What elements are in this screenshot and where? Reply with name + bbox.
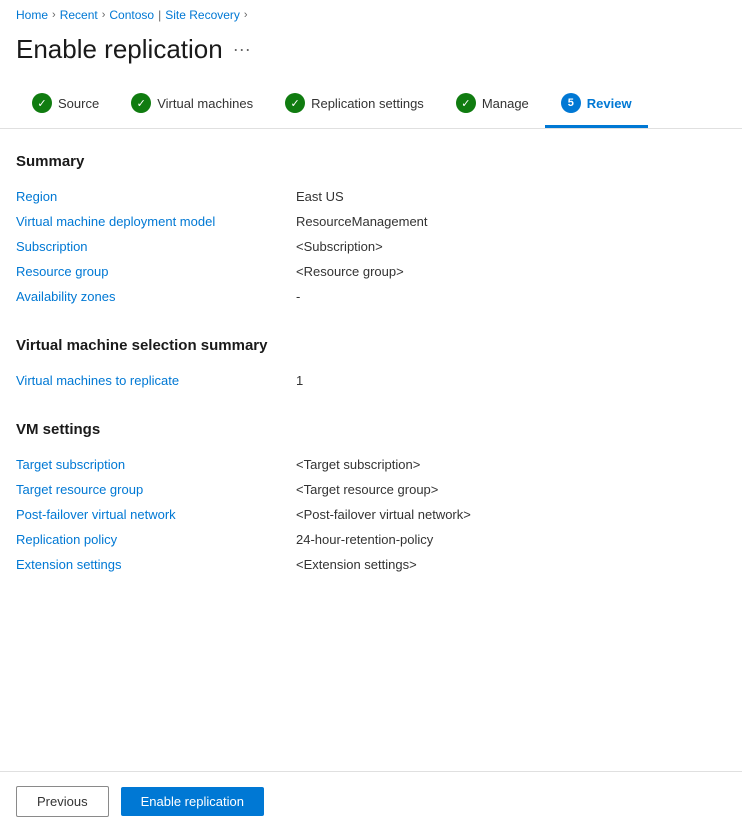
breadcrumb: Home › Recent › Contoso | Site Recovery … bbox=[0, 0, 742, 30]
table-row: Availability zones- bbox=[16, 284, 726, 309]
row-label: Virtual machine deployment model bbox=[16, 209, 296, 234]
table-row: RegionEast US bbox=[16, 184, 726, 209]
tab-completed-icon-rep: ✓ bbox=[285, 93, 305, 113]
previous-button[interactable]: Previous bbox=[16, 786, 109, 817]
vm-settings-section: VM settings Target subscription<Target s… bbox=[16, 421, 726, 577]
tab-replication-settings[interactable]: ✓ Replication settings bbox=[269, 81, 440, 128]
table-row: Virtual machine deployment modelResource… bbox=[16, 209, 726, 234]
enable-replication-button[interactable]: Enable replication bbox=[121, 787, 264, 816]
table-row: Post-failover virtual network<Post-failo… bbox=[16, 502, 726, 527]
footer: Previous Enable replication bbox=[0, 771, 742, 831]
tab-label-source: Source bbox=[58, 96, 99, 111]
tab-badge-review: 5 bbox=[561, 93, 581, 113]
row-value: East US bbox=[296, 184, 726, 209]
table-row: Target subscription<Target subscription> bbox=[16, 452, 726, 477]
wizard-tabs: ✓ Source ✓ Virtual machines ✓ Replicatio… bbox=[0, 81, 742, 129]
tab-label-manage: Manage bbox=[482, 96, 529, 111]
row-value: <Target resource group> bbox=[296, 477, 726, 502]
table-row: Resource group<Resource group> bbox=[16, 259, 726, 284]
table-row: Replication policy24-hour-retention-poli… bbox=[16, 527, 726, 552]
summary-title: Summary bbox=[16, 153, 726, 170]
tab-completed-icon-source: ✓ bbox=[32, 93, 52, 113]
row-value: <Subscription> bbox=[296, 234, 726, 259]
row-value: 1 bbox=[296, 368, 726, 393]
row-label: Subscription bbox=[16, 234, 296, 259]
tab-completed-icon-manage: ✓ bbox=[456, 93, 476, 113]
row-label: Virtual machines to replicate bbox=[16, 368, 296, 393]
table-row: Target resource group<Target resource gr… bbox=[16, 477, 726, 502]
tab-label-replication-settings: Replication settings bbox=[311, 96, 424, 111]
page-header: Enable replication ··· bbox=[0, 30, 742, 81]
tab-label-review: Review bbox=[587, 96, 632, 111]
ellipsis-icon[interactable]: ··· bbox=[233, 39, 251, 60]
row-label: Region bbox=[16, 184, 296, 209]
row-value[interactable]: 24-hour-retention-policy bbox=[296, 527, 726, 552]
row-value: <Target subscription> bbox=[296, 452, 726, 477]
main-content: Summary RegionEast USVirtual machine dep… bbox=[0, 129, 742, 629]
summary-section: Summary RegionEast USVirtual machine dep… bbox=[16, 153, 726, 309]
row-value: ResourceManagement bbox=[296, 209, 726, 234]
vm-selection-section: Virtual machine selection summary Virtua… bbox=[16, 337, 726, 393]
tab-source[interactable]: ✓ Source bbox=[16, 81, 115, 128]
row-label[interactable]: Replication policy bbox=[16, 527, 296, 552]
tab-manage[interactable]: ✓ Manage bbox=[440, 81, 545, 128]
row-label: Availability zones bbox=[16, 284, 296, 309]
row-label: Target subscription bbox=[16, 452, 296, 477]
row-label: Resource group bbox=[16, 259, 296, 284]
row-label: Extension settings bbox=[16, 552, 296, 577]
tab-review[interactable]: 5 Review bbox=[545, 81, 648, 128]
row-value: <Resource group> bbox=[296, 259, 726, 284]
table-row: Extension settings<Extension settings> bbox=[16, 552, 726, 577]
table-row: Subscription<Subscription> bbox=[16, 234, 726, 259]
page-title: Enable replication bbox=[16, 34, 223, 65]
tab-label-virtual-machines: Virtual machines bbox=[157, 96, 253, 111]
row-value: <Extension settings> bbox=[296, 552, 726, 577]
row-value: <Post-failover virtual network> bbox=[296, 502, 726, 527]
row-value: - bbox=[296, 284, 726, 309]
vm-settings-title: VM settings bbox=[16, 421, 726, 438]
tab-completed-icon-vm: ✓ bbox=[131, 93, 151, 113]
vm-selection-table: Virtual machines to replicate1 bbox=[16, 368, 726, 393]
row-label: Target resource group bbox=[16, 477, 296, 502]
breadcrumb-recent[interactable]: Recent bbox=[60, 8, 98, 22]
breadcrumb-site-recovery[interactable]: Site Recovery bbox=[165, 8, 240, 22]
tab-virtual-machines[interactable]: ✓ Virtual machines bbox=[115, 81, 269, 128]
vm-selection-title: Virtual machine selection summary bbox=[16, 337, 726, 354]
row-label: Post-failover virtual network bbox=[16, 502, 296, 527]
vm-settings-table: Target subscription<Target subscription>… bbox=[16, 452, 726, 577]
summary-table: RegionEast USVirtual machine deployment … bbox=[16, 184, 726, 309]
breadcrumb-contoso[interactable]: Contoso bbox=[109, 8, 154, 22]
table-row: Virtual machines to replicate1 bbox=[16, 368, 726, 393]
breadcrumb-home[interactable]: Home bbox=[16, 8, 48, 22]
